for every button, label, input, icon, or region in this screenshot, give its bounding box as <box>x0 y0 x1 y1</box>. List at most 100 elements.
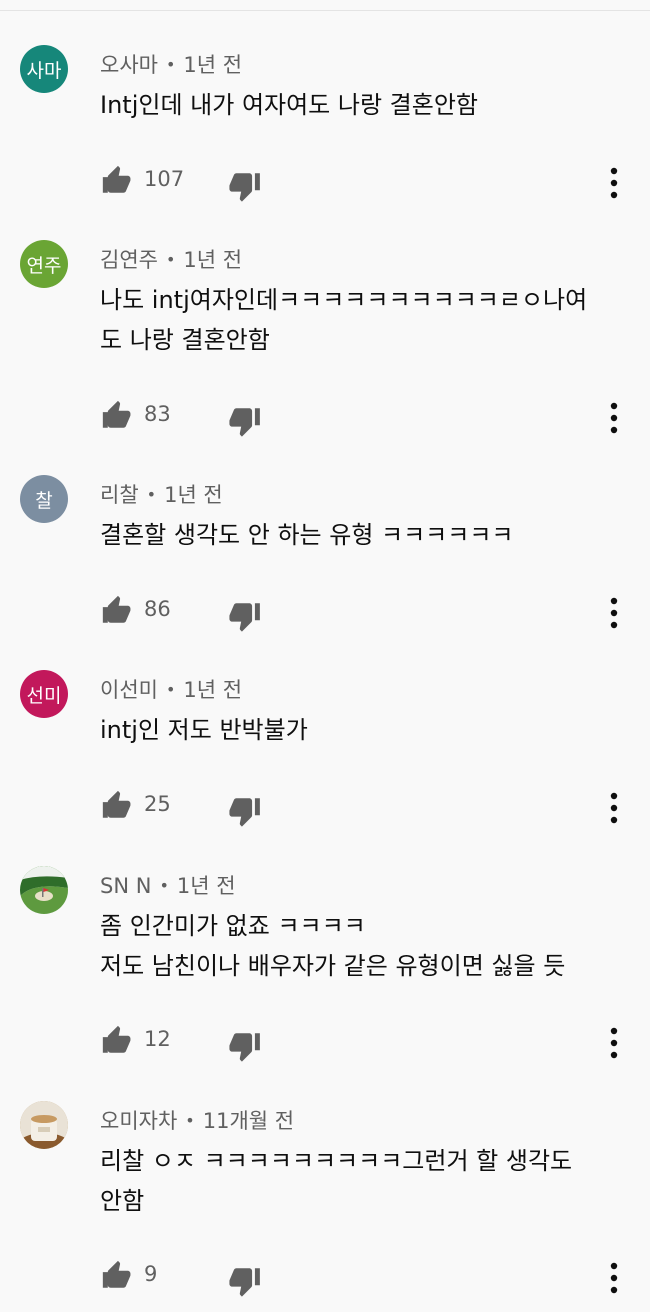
thumb-up-icon <box>102 595 131 623</box>
meta-separator: • <box>159 876 169 895</box>
avatar[interactable]: 사마 <box>20 45 68 93</box>
thumb-up-icon <box>102 400 131 428</box>
like-button[interactable] <box>100 593 134 627</box>
avatar-initials: 찰 <box>35 489 53 512</box>
like-count: 86 <box>144 597 171 621</box>
more-options-button[interactable] <box>604 1258 624 1298</box>
author-name[interactable]: 김연주 <box>100 248 158 272</box>
like-button[interactable] <box>100 398 134 432</box>
author-name[interactable]: 이선미 <box>100 678 158 702</box>
comment-actions: 107 <box>0 163 650 203</box>
comment-actions: 12 <box>0 1023 650 1063</box>
comment-meta: SN N • 1년 전 <box>100 870 236 900</box>
comment-meta: 오사마 • 1년 전 <box>100 49 242 79</box>
like-count: 25 <box>144 792 171 816</box>
comment-text-line: 안함 <box>100 1187 145 1215</box>
comment-actions: 83 <box>0 398 650 438</box>
author-name[interactable]: 오미자차 <box>100 1109 177 1133</box>
dislike-button[interactable] <box>228 404 262 438</box>
meta-separator: • <box>165 250 176 269</box>
avatar[interactable] <box>20 1101 68 1149</box>
more-options-button[interactable] <box>604 398 624 438</box>
avatar[interactable]: 연주 <box>20 240 68 288</box>
comment-actions: 9 <box>0 1258 650 1298</box>
cup-photo <box>20 1101 68 1149</box>
comment-time[interactable]: 1년 전 <box>177 874 236 898</box>
like-count: 83 <box>144 402 171 426</box>
dislike-button[interactable] <box>228 794 262 828</box>
like-button[interactable] <box>100 788 134 822</box>
comment-actions: 86 <box>0 593 650 633</box>
avatar[interactable]: 찰 <box>20 475 68 523</box>
like-button[interactable] <box>100 163 134 197</box>
comment-time[interactable]: 11개월 전 <box>203 1109 294 1133</box>
thumb-down-icon <box>229 603 260 632</box>
comment-text: intj인 저도 반박불가 <box>100 710 625 750</box>
comment-text: 나도 intj여자인데ㅋㅋㅋㅋㅋㅋㅋㅋㅋㅋㄹㅇ나여도 나랑 결혼안함 <box>100 280 625 360</box>
comment-meta: 오미자차 • 11개월 전 <box>100 1105 294 1135</box>
author-name[interactable]: 오사마 <box>100 53 158 77</box>
comment-time[interactable]: 1년 전 <box>183 53 242 77</box>
author-name[interactable]: 리찰 <box>100 483 139 507</box>
comment-meta: 리찰 • 1년 전 <box>100 479 223 509</box>
author-name[interactable]: SN N <box>100 874 151 898</box>
more-vert-icon <box>610 792 618 824</box>
avatar-initials: 사마 <box>26 59 62 82</box>
comment-time[interactable]: 1년 전 <box>183 678 242 702</box>
like-count: 12 <box>144 1027 171 1051</box>
comment-text-line: 나도 intj여자인데ㅋㅋㅋㅋㅋㅋㅋㅋㅋㅋㄹㅇ나여 <box>100 286 588 314</box>
comment-text: Intj인데 내가 여자여도 나랑 결혼안함 <box>100 85 625 125</box>
more-options-button[interactable] <box>604 1023 624 1063</box>
thumb-down-icon <box>229 408 260 437</box>
like-button[interactable] <box>100 1258 134 1292</box>
comment-meta: 김연주 • 1년 전 <box>100 244 242 274</box>
comment-meta: 이선미 • 1년 전 <box>100 674 242 704</box>
comment-text: 결혼할 생각도 안 하는 유형 ㅋㅋㅋㅋㅋㅋ <box>100 515 625 555</box>
more-vert-icon <box>610 597 618 629</box>
meta-separator: • <box>165 55 176 74</box>
thumb-up-icon <box>102 790 131 818</box>
avatar-initials: 선미 <box>26 684 62 707</box>
more-options-button[interactable] <box>604 163 624 203</box>
comment-time[interactable]: 1년 전 <box>164 483 223 507</box>
meta-separator: • <box>165 680 176 699</box>
thumb-up-icon <box>102 1260 131 1288</box>
avatar-initials: 연주 <box>26 254 62 277</box>
top-divider <box>0 0 650 11</box>
thumb-down-icon <box>229 1268 260 1297</box>
comment-text-line: intj인 저도 반박불가 <box>100 716 308 744</box>
comment-text-line: 리찰 ㅇㅈ ㅋㅋㅋㅋㅋㅋㅋㅋㅋ그런거 할 생각도 <box>100 1147 573 1175</box>
meta-separator: • <box>146 485 157 504</box>
thumb-down-icon <box>229 1033 260 1062</box>
comment-text-line: 좀 인간미가 없죠 ㅋㅋㅋㅋ <box>100 912 366 940</box>
meta-separator: • <box>185 1111 195 1130</box>
dislike-button[interactable] <box>228 599 262 633</box>
more-options-button[interactable] <box>604 788 624 828</box>
like-count: 9 <box>144 1262 158 1286</box>
thumb-down-icon <box>229 798 260 827</box>
comment-text: 리찰 ㅇㅈ ㅋㅋㅋㅋㅋㅋㅋㅋㅋ그런거 할 생각도안함 <box>100 1141 625 1221</box>
comment-text-line: 저도 남친이나 배우자가 같은 유형이면 싫을 듯 <box>100 952 566 980</box>
more-options-button[interactable] <box>604 593 624 633</box>
dislike-button[interactable] <box>228 169 262 203</box>
comment-text: 좀 인간미가 없죠 ㅋㅋㅋㅋ 저도 남친이나 배우자가 같은 유형이면 싫을 듯 <box>100 906 625 986</box>
comment-time[interactable]: 1년 전 <box>183 248 242 272</box>
more-vert-icon <box>610 167 618 199</box>
more-vert-icon <box>610 1027 618 1059</box>
comment-text-line: 결혼할 생각도 안 하는 유형 ㅋㅋㅋㅋㅋㅋ <box>100 521 514 549</box>
thumb-down-icon <box>229 173 260 202</box>
like-count: 107 <box>144 167 185 191</box>
more-vert-icon <box>610 402 618 434</box>
dislike-button[interactable] <box>228 1029 262 1063</box>
comment-text-line: Intj인데 내가 여자여도 나랑 결혼안함 <box>100 91 479 119</box>
more-vert-icon <box>610 1262 618 1294</box>
dislike-button[interactable] <box>228 1264 262 1298</box>
like-button[interactable] <box>100 1023 134 1057</box>
comment-text-line: 도 나랑 결혼안함 <box>100 326 270 354</box>
thumb-up-icon <box>102 165 131 193</box>
golf-course-photo <box>20 866 68 914</box>
avatar[interactable]: 선미 <box>20 670 68 718</box>
comment-actions: 25 <box>0 788 650 828</box>
avatar[interactable] <box>20 866 68 914</box>
thumb-up-icon <box>102 1025 131 1053</box>
